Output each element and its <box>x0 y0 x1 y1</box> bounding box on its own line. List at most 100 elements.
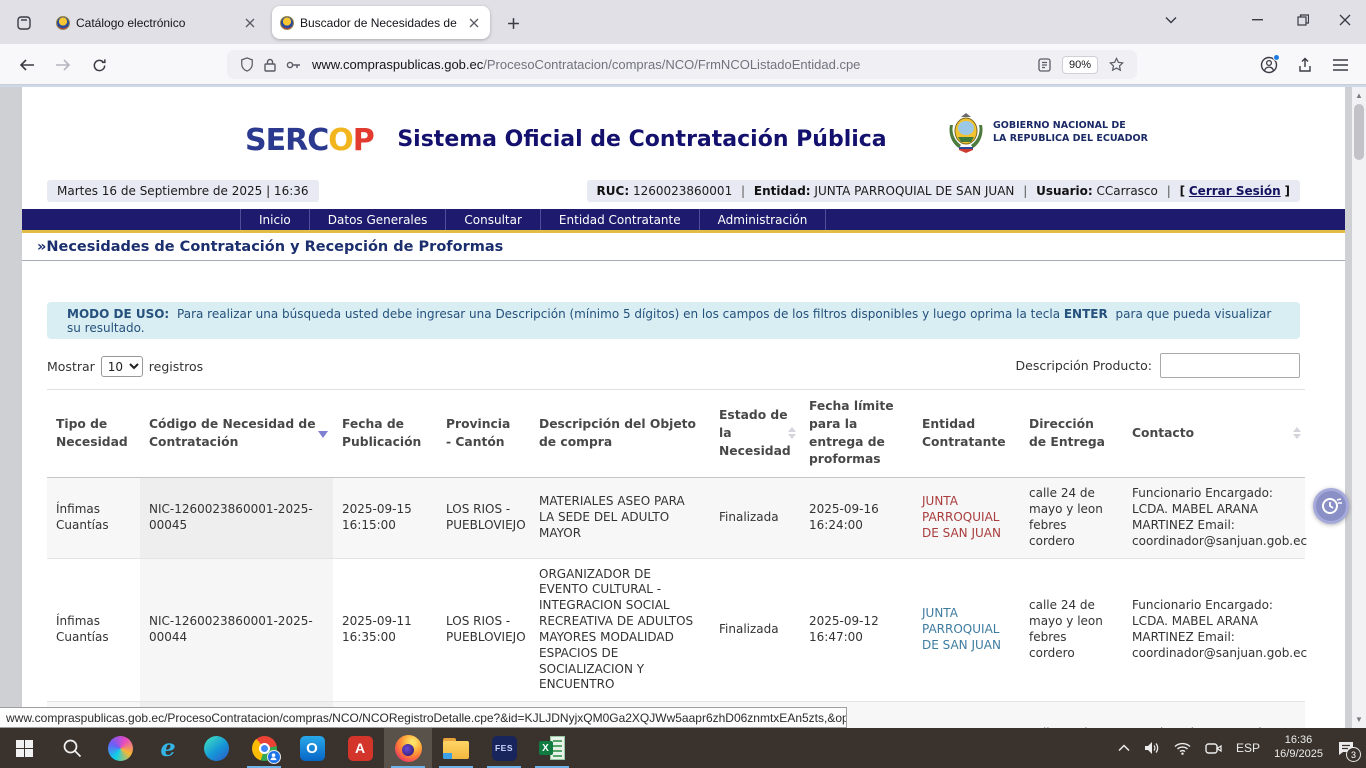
records-per-page-select[interactable]: 10 <box>101 356 143 377</box>
timer-overlay-widget[interactable] <box>1313 488 1349 524</box>
clock[interactable]: 16:3616/9/2025 <box>1267 728 1330 768</box>
start-button[interactable] <box>0 728 48 768</box>
permissions-key-icon[interactable] <box>286 60 301 70</box>
government-logo: GOBIERNO NACIONAL DE LA REPUBLICA DEL EC… <box>947 111 1148 155</box>
col-entidad[interactable]: Entidad Contratante <box>913 390 1020 477</box>
page-scrollbar[interactable]: ▲ ▼ <box>1352 87 1366 768</box>
url-text[interactable]: www.compraspublicas.gob.ec/ProcesoContra… <box>312 57 1033 72</box>
copilot-icon[interactable] <box>96 728 144 768</box>
bracket: [ <box>1180 184 1185 198</box>
scrollbar-thumb[interactable] <box>1354 104 1364 160</box>
url-bar[interactable]: www.compraspublicas.gob.ec/ProcesoContra… <box>227 50 1137 79</box>
lock-icon[interactable] <box>264 58 276 72</box>
browser-toolbar: www.compraspublicas.gob.ec/ProcesoContra… <box>0 44 1366 85</box>
tab-close-icon[interactable] <box>242 15 258 31</box>
tray-time: 16:36 <box>1274 734 1323 748</box>
volume-icon[interactable] <box>1137 728 1167 768</box>
cell-descripcion: ORGANIZADOR DE EVENTO CULTURAL - INTEGRA… <box>530 559 710 702</box>
window-restore-button[interactable] <box>1286 0 1320 40</box>
page-content: SERCOP Sistema Oficial de Contratación P… <box>22 87 1345 768</box>
section-heading-wrap: »Necesidades de Contratación y Recepción… <box>22 237 1345 261</box>
col-fecha-publicacion[interactable]: Fecha de Publicación <box>333 390 437 477</box>
col-direccion[interactable]: Dirección de Entrega <box>1020 390 1123 477</box>
separator: | <box>1162 184 1176 198</box>
tab-catalogo[interactable]: Catálogo electrónico <box>48 6 266 39</box>
nav-item-consultar[interactable]: Consultar <box>445 209 540 230</box>
sort-icon[interactable] <box>788 427 796 439</box>
import-sync-icon[interactable] <box>1292 52 1318 78</box>
product-description-input[interactable] <box>1160 353 1300 378</box>
tray-expand-icon[interactable] <box>1111 728 1137 768</box>
table-row[interactable]: Ínfimas Cuantías NIC-1260023860001-2025-… <box>47 478 1305 558</box>
list-tabs-button[interactable] <box>1154 0 1188 40</box>
language-indicator[interactable]: ESP <box>1229 728 1267 768</box>
hamburger-menu-icon[interactable] <box>1327 52 1353 78</box>
tray-date: 16/9/2025 <box>1274 748 1323 762</box>
file-explorer-icon[interactable] <box>432 728 480 768</box>
firefox-view-icon[interactable] <box>11 10 37 36</box>
forward-button[interactable] <box>50 52 76 78</box>
product-filter-control: Descripción Producto: <box>1016 353 1300 378</box>
sort-desc-icon[interactable] <box>318 431 328 438</box>
shield-icon[interactable] <box>240 57 254 72</box>
nav-item-inicio[interactable]: Inicio <box>240 209 309 230</box>
col-estado[interactable]: Estado de la Necesidad <box>710 390 800 477</box>
col-codigo[interactable]: Código de Necesidad de Contratación <box>140 390 333 477</box>
nav-item-datos-generales[interactable]: Datos Generales <box>309 209 446 230</box>
table-row[interactable]: Ínfimas Cuantías NIC-1260023860001-2025-… <box>47 559 1305 703</box>
tab-title: Catálogo electrónico <box>76 16 236 30</box>
logout-link[interactable]: Cerrar Sesión <box>1189 184 1281 198</box>
sort-icon[interactable] <box>1293 427 1301 439</box>
acrobat-icon[interactable]: A <box>336 728 384 768</box>
show-records-control: Mostrar 10 registros <box>47 356 203 377</box>
cell-direccion: calle 24 de mayo y leon febres cordero <box>1020 559 1123 702</box>
col-fecha-limite[interactable]: Fecha límite para la entrega de proforma… <box>800 390 913 477</box>
cell-contacto: Funcionario Encargado: LCDA. MABEL ARANA… <box>1123 559 1305 702</box>
ecuador-coat-of-arms <box>947 111 985 155</box>
ruc-label: RUC: <box>597 184 630 198</box>
gov-logo-line1: GOBIERNO NACIONAL DE <box>993 120 1148 133</box>
account-icon[interactable] <box>1256 52 1282 78</box>
back-button[interactable] <box>14 52 40 78</box>
bracket: ] <box>1285 184 1290 198</box>
cell-codigo: NIC-1260023860001-2025-00045 <box>140 478 333 557</box>
cell-codigo: NIC-1260023860001-2025-00044 <box>140 559 333 702</box>
window-minimize-button[interactable] <box>1240 0 1274 40</box>
taskbar: e O A FES X <box>0 728 1366 768</box>
fes-app-icon[interactable]: FES <box>480 728 528 768</box>
system-tray: ESP 16:3616/9/2025 3 <box>1111 728 1362 768</box>
scroll-down-arrow[interactable]: ▼ <box>1352 712 1366 726</box>
window-close-button[interactable] <box>1328 0 1362 40</box>
meet-now-icon[interactable] <box>1198 728 1229 768</box>
internet-explorer-icon[interactable]: e <box>144 728 192 768</box>
col-provincia[interactable]: Provincia - Cantón <box>437 390 530 477</box>
nav-item-administracion[interactable]: Administración <box>699 209 827 230</box>
tab-title: Buscador de Necesidades de Co <box>300 16 460 30</box>
tab-buscador[interactable]: Buscador de Necesidades de Co <box>272 6 490 39</box>
nav-item-entidad-contratante[interactable]: Entidad Contratante <box>540 209 699 230</box>
zoom-level-badge[interactable]: 90% <box>1062 56 1098 74</box>
chrome-icon[interactable] <box>240 728 288 768</box>
outlook-icon[interactable]: O <box>288 728 336 768</box>
tab-close-icon[interactable] <box>466 15 482 31</box>
new-tab-button[interactable] <box>502 12 524 34</box>
reader-mode-icon[interactable] <box>1038 58 1051 72</box>
cell-fecha-publicacion: 2025-09-15 16:15:00 <box>333 478 437 557</box>
reload-button[interactable] <box>86 52 112 78</box>
entidad-link[interactable]: JUNTA PARROQUIAL DE SAN JUAN <box>922 494 1011 541</box>
gold-divider <box>22 230 1345 233</box>
cell-contacto: Funcionario Encargado: LCDA. MABEL ARANA… <box>1123 478 1305 557</box>
wifi-icon[interactable] <box>1167 728 1198 768</box>
edge-icon[interactable] <box>192 728 240 768</box>
notification-center-icon[interactable]: 3 <box>1330 728 1362 768</box>
excel-icon[interactable]: X <box>528 728 576 768</box>
col-descripcion[interactable]: Descripción del Objeto de compra <box>530 390 710 477</box>
cell-estado: Finalizada <box>710 559 800 702</box>
col-contacto[interactable]: Contacto <box>1123 390 1305 477</box>
entidad-link[interactable]: JUNTA PARROQUIAL DE SAN JUAN <box>922 606 1011 653</box>
firefox-icon[interactable] <box>384 728 432 768</box>
scroll-up-arrow[interactable]: ▲ <box>1352 88 1366 102</box>
search-icon[interactable] <box>48 728 96 768</box>
bookmark-star-icon[interactable] <box>1109 57 1124 72</box>
col-tipo[interactable]: Tipo de Necesidad <box>47 390 140 477</box>
